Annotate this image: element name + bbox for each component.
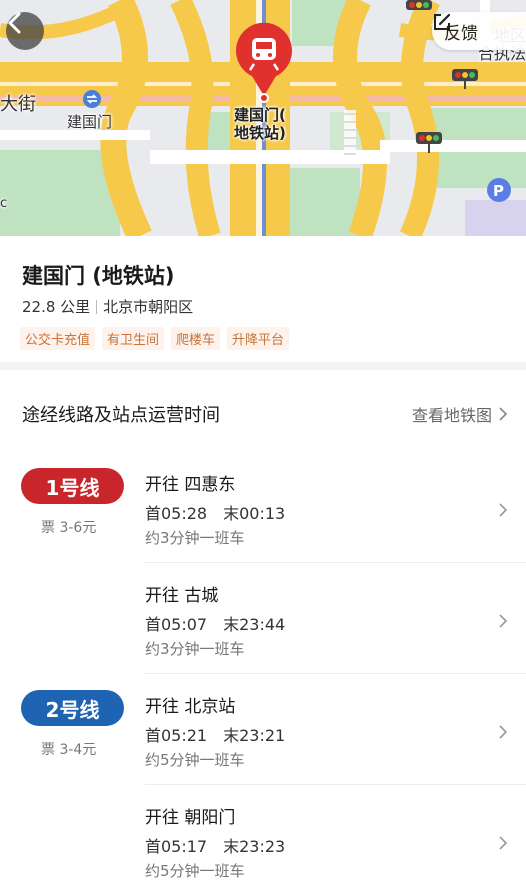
map-label-station[interactable]: 建国门( 地铁站) [234, 106, 286, 142]
view-subway-map-label: 查看地铁图 [411, 406, 492, 425]
meta-divider [96, 299, 98, 314]
first-train-time: 首05:21 [145, 726, 208, 745]
line-block-2: 2号线 票 3-4元 开往 北京站 首05:21 末23:21 约5分钟一班车 … [0, 674, 526, 896]
direction-destination: 开往 北京站 [145, 692, 235, 717]
direction-destination: 开往 古城 [145, 581, 218, 606]
facility-tag: 公交卡充值 [20, 327, 96, 350]
last-train-time: 末23:44 [223, 615, 286, 634]
station-info-card: 建国门 (地铁站) 22.8 公里 北京市朝阳区 公交卡充值 有卫生间 爬楼车 … [0, 236, 526, 362]
chevron-right-icon [499, 725, 508, 739]
map-label-jianguomen: 建国门 [67, 113, 113, 131]
train-frequency: 约5分钟一班车 [145, 751, 245, 769]
view-subway-map-link[interactable]: 查看地铁图 [412, 402, 508, 426]
facility-tag: 有卫生间 [102, 327, 165, 350]
direction-destination: 开往 朝阳门 [145, 803, 235, 828]
station-title: 建国门 (地铁站) [22, 264, 175, 288]
direction-to-station: 四惠东 [184, 475, 236, 495]
direction-to-station: 朝阳门 [184, 808, 236, 828]
train-frequency: 约3分钟一班车 [145, 529, 245, 547]
facility-tag: 爬楼车 [171, 327, 221, 350]
map-label-edge: c [0, 196, 8, 211]
chevron-right-icon [499, 407, 508, 421]
first-train-time: 首05:28 [145, 504, 208, 523]
svg-text:P: P [493, 182, 504, 200]
direction-times: 首05:17 末23:23 [145, 833, 285, 857]
first-train-time: 首05:07 [145, 615, 208, 634]
chevron-right-icon [499, 836, 508, 850]
direction-times: 首05:28 末00:13 [145, 500, 285, 524]
back-button[interactable] [6, 12, 44, 50]
line-fare-2: 票 3-4元 [41, 742, 97, 758]
direction-times: 首05:07 末23:44 [145, 611, 285, 635]
row-divider [145, 562, 526, 563]
line-block-1: 1号线 票 3-6元 开往 四惠东 首05:28 末00:13 约3分钟一班车 … [0, 452, 526, 674]
direction-to-station: 北京站 [184, 697, 236, 717]
facility-tags: 公交卡充值 有卫生间 爬楼车 升降平台 [20, 327, 290, 350]
last-train-time: 末23:21 [223, 726, 286, 745]
station-district: 北京市朝阳区 [103, 298, 194, 316]
section-gap [0, 362, 526, 370]
direction-to-label: 开往 [145, 475, 179, 495]
train-frequency: 约5分钟一班车 [145, 862, 245, 880]
last-train-time: 末23:23 [223, 837, 286, 856]
map-label-station-line2: 地铁站) [234, 124, 286, 142]
lines-section-title: 途经线路及站点运营时间 [22, 405, 220, 426]
direction-row[interactable]: 开往 北京站 首05:21 末23:21 约5分钟一班车 [145, 692, 526, 802]
direction-to-station: 古城 [184, 586, 219, 606]
direction-times: 首05:21 末23:21 [145, 722, 285, 746]
line-badge-2[interactable]: 2号线 [21, 690, 124, 726]
edit-feedback-icon [434, 13, 451, 30]
chevron-right-icon [499, 503, 508, 517]
direction-row[interactable]: 开往 朝阳门 首05:17 末23:23 约5分钟一班车 [145, 803, 526, 896]
line-fare-1: 票 3-6元 [41, 520, 97, 536]
direction-destination: 开往 四惠东 [145, 470, 235, 495]
chevron-right-icon [499, 614, 508, 628]
feedback-button[interactable]: 反馈 [432, 12, 526, 50]
map-label-station-line1: 建国门( [234, 106, 286, 124]
direction-to-label: 开往 [145, 586, 179, 606]
lines-section-header: 途经线路及站点运营时间 查看地铁图 [0, 380, 526, 442]
facility-tag: 升降平台 [227, 327, 290, 350]
map-label-street: 大街 [0, 94, 36, 115]
train-frequency: 约3分钟一班车 [145, 640, 245, 658]
transfer-icon [83, 90, 101, 108]
map-view[interactable]: P 大街 建国门 c 建国门( 地铁站) 地区 合执法 反馈 [0, 0, 526, 236]
direction-to-label: 开往 [145, 697, 179, 717]
first-train-time: 首05:17 [145, 837, 208, 856]
direction-row[interactable]: 开往 四惠东 首05:28 末00:13 约3分钟一班车 [145, 470, 526, 580]
direction-to-label: 开往 [145, 808, 179, 828]
last-train-time: 末00:13 [223, 504, 286, 523]
parking-icon: P [487, 178, 511, 202]
back-arrow-icon [8, 12, 21, 34]
station-distance: 22.8 公里 [22, 298, 91, 316]
line-badge-1[interactable]: 1号线 [21, 468, 124, 504]
row-divider [145, 784, 526, 785]
station-meta: 22.8 公里 北京市朝阳区 [22, 296, 193, 317]
